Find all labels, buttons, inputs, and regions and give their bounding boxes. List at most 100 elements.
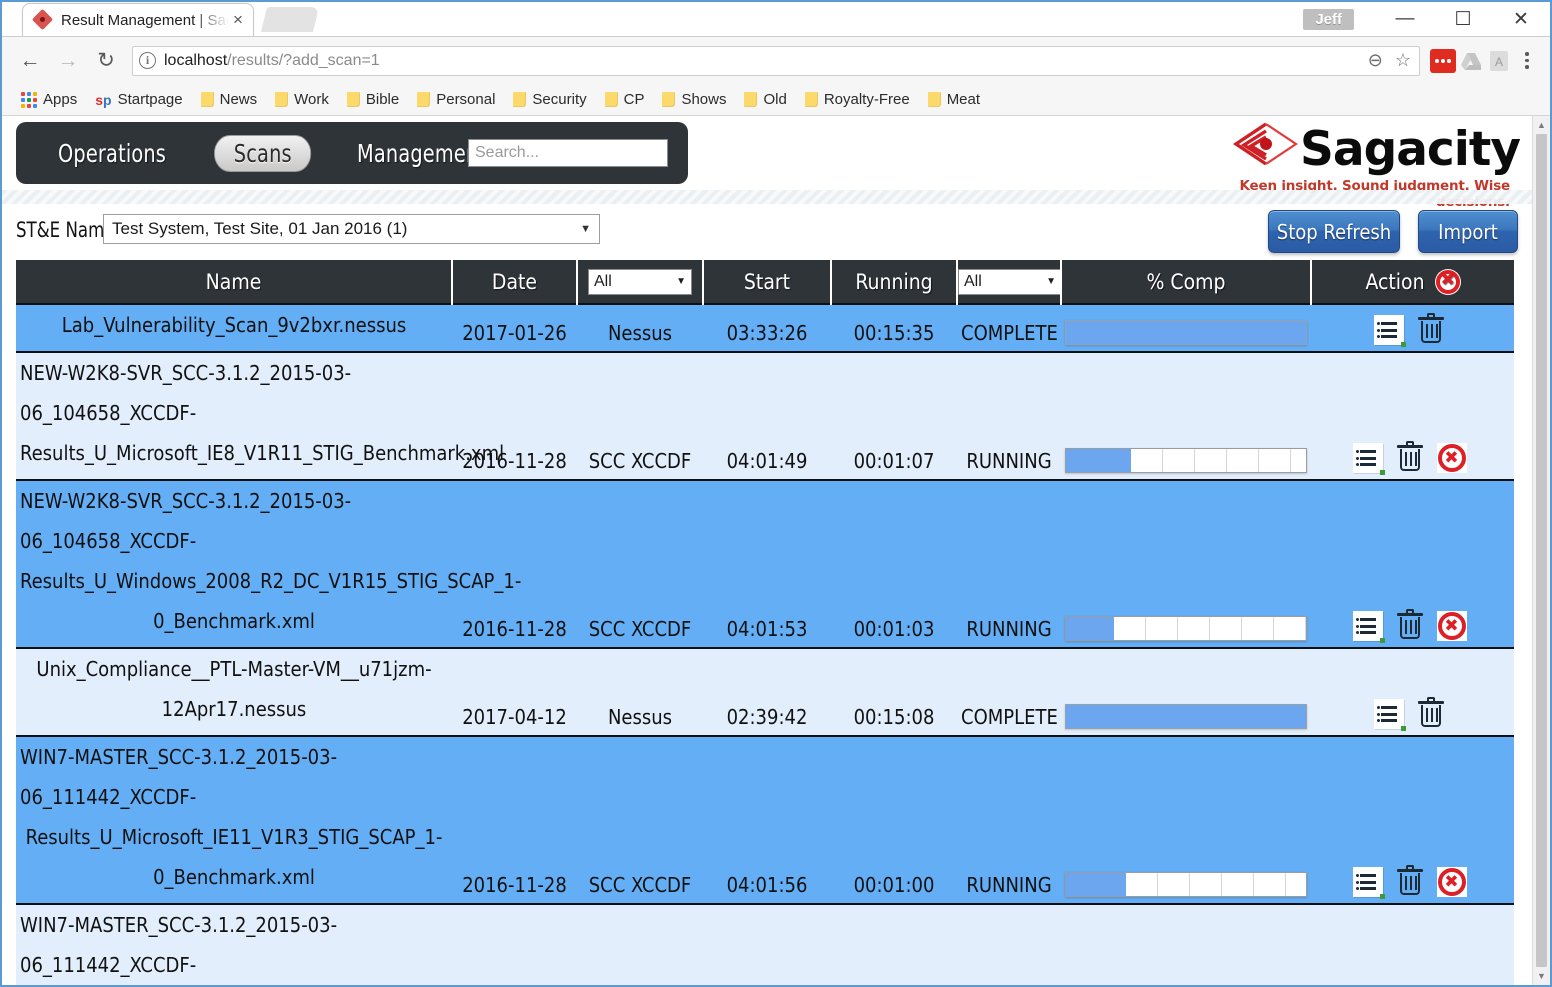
- folder-icon: [928, 92, 941, 107]
- back-icon[interactable]: ←: [12, 43, 48, 79]
- sagacity-logo-mark: [1230, 120, 1304, 180]
- bookmark-star-icon[interactable]: ☆: [1395, 50, 1411, 71]
- column-header-pct-comp[interactable]: % Comp: [1061, 260, 1311, 304]
- table-row[interactable]: Lab_Vulnerability_Scan_9v2bxr.nessus 201…: [16, 304, 1514, 352]
- browser-tab[interactable]: Result Management | Sagacity ×: [22, 3, 254, 36]
- list-icon[interactable]: [1353, 611, 1383, 641]
- scrollbar-thumb[interactable]: [1536, 134, 1547, 967]
- trash-icon[interactable]: [1395, 609, 1425, 641]
- column-header-start[interactable]: Start: [703, 260, 831, 304]
- nav-item-operations[interactable]: Operations: [58, 139, 166, 168]
- list-icon[interactable]: [1374, 315, 1404, 345]
- header-divider: [2, 190, 1532, 204]
- list-icon[interactable]: [1353, 443, 1383, 473]
- cell-type: Nessus: [577, 648, 703, 736]
- cancel-icon[interactable]: ✖: [1437, 443, 1467, 473]
- folder-icon: [605, 92, 618, 107]
- column-header-date[interactable]: Date: [452, 260, 577, 304]
- table-row[interactable]: NEW-W2K8-SVR_SCC-3.1.2_2015-03-06_104658…: [16, 352, 1514, 480]
- progress-bar: [1065, 320, 1307, 345]
- type-filter-select[interactable]: All ▼: [588, 269, 692, 295]
- scroll-down-icon[interactable]: ▼: [1533, 967, 1550, 985]
- column-header-running[interactable]: Running: [831, 260, 957, 304]
- maximize-icon[interactable]: ☐: [1434, 8, 1492, 31]
- cell-type: SCC XCCDF: [577, 736, 703, 904]
- ste-name-select[interactable]: Test System, Test Site, 01 Jan 2016 (1) …: [103, 214, 600, 244]
- folder-icon: [417, 92, 430, 107]
- table-row[interactable]: Unix_Compliance__PTL-Master-VM__u71jzm-1…: [16, 648, 1514, 736]
- bookmark-personal[interactable]: Personal: [410, 89, 502, 110]
- bookmark-label: Personal: [436, 91, 495, 108]
- nav-item-management[interactable]: Management: [357, 139, 486, 168]
- list-icon[interactable]: [1374, 699, 1404, 729]
- bookmark-work[interactable]: Work: [268, 89, 336, 110]
- status-filter-select[interactable]: All ▼: [958, 269, 1062, 295]
- bookmark-security[interactable]: Security: [506, 89, 593, 110]
- table-row[interactable]: WIN7-MASTER_SCC-3.1.2_2015-03-06_111442_…: [16, 736, 1514, 904]
- cancel-all-icon[interactable]: ✖: [1435, 269, 1461, 295]
- zoom-icon[interactable]: ⊖: [1368, 50, 1383, 71]
- logo-wordmark: Sagacity: [1300, 122, 1520, 178]
- import-button[interactable]: Import: [1418, 210, 1518, 253]
- bookmark-shows[interactable]: Shows: [655, 89, 733, 110]
- trash-icon[interactable]: [1395, 441, 1425, 473]
- trash-icon[interactable]: [1416, 697, 1446, 729]
- cell-running: 00:00:51: [831, 904, 957, 985]
- nav-item-scans[interactable]: Scans: [214, 135, 312, 172]
- close-window-icon[interactable]: ✕: [1492, 8, 1550, 31]
- address-bar[interactable]: i localhost/results/?add_scan=1 ⊖ ☆: [132, 46, 1420, 76]
- list-icon[interactable]: [1353, 867, 1383, 897]
- cell-percent: [1061, 904, 1311, 985]
- table-row[interactable]: WIN7-MASTER_SCC-3.1.2_2015-03-06_111442_…: [16, 904, 1514, 985]
- pdf-extension-icon[interactable]: A: [1486, 49, 1512, 73]
- cell-type: SCC XCCDF: [577, 352, 703, 480]
- sagacity-favicon: [33, 10, 53, 30]
- bookmark-royalty-free[interactable]: Royalty-Free: [798, 89, 917, 110]
- cell-date: 2017-01-26: [452, 304, 577, 352]
- chevron-down-icon: ▼: [580, 223, 591, 235]
- cell-date: 2016-11-28: [452, 352, 577, 480]
- site-info-icon[interactable]: i: [139, 52, 156, 69]
- bookmark-label: News: [220, 91, 258, 108]
- google-drive-icon[interactable]: [1458, 49, 1484, 73]
- scroll-up-icon[interactable]: ▲: [1533, 116, 1550, 134]
- forward-icon[interactable]: →: [50, 43, 86, 79]
- bookmark-bible[interactable]: Bible: [340, 89, 406, 110]
- scrollbar-track[interactable]: [1533, 134, 1550, 967]
- bookmark-startpage[interactable]: sp Startpage: [88, 89, 189, 110]
- minimize-icon[interactable]: —: [1376, 8, 1434, 30]
- address-bar-url: localhost/results/?add_scan=1: [164, 52, 380, 70]
- reload-icon[interactable]: ↻: [88, 43, 124, 79]
- cell-percent: [1061, 480, 1311, 648]
- cell-percent: [1061, 736, 1311, 904]
- cell-running: 00:15:08: [831, 648, 957, 736]
- search-input[interactable]: Search...: [468, 139, 668, 167]
- column-header-name[interactable]: Name: [16, 260, 452, 304]
- bookmark-label: Meat: [947, 91, 980, 108]
- cell-name: NEW-W2K8-SVR_SCC-3.1.2_2015-03-06_104658…: [16, 480, 452, 648]
- trash-icon[interactable]: [1395, 865, 1425, 897]
- extension-red-icon[interactable]: [1430, 49, 1456, 73]
- bookmark-meat[interactable]: Meat: [921, 89, 987, 110]
- vertical-scrollbar[interactable]: ▲ ▼: [1532, 116, 1550, 985]
- chrome-menu-icon[interactable]: [1514, 52, 1540, 69]
- chevron-down-icon: ▼: [676, 276, 686, 287]
- user-profile-chip[interactable]: Jeff: [1303, 9, 1354, 30]
- control-row: ST&E Name: Test System, Test Site, 01 Ja…: [2, 204, 1532, 260]
- bookmark-apps[interactable]: Apps: [14, 89, 84, 110]
- scans-table-wrapper: Name Date All ▼ Start Running: [16, 260, 1518, 985]
- new-tab-button[interactable]: [261, 7, 319, 32]
- stop-refresh-button[interactable]: Stop Refresh: [1268, 210, 1400, 253]
- bookmark-label: Startpage: [118, 91, 183, 108]
- window-controls: Jeff — ☐ ✕: [1303, 2, 1550, 36]
- bookmark-news[interactable]: News: [194, 89, 265, 110]
- tab-close-icon[interactable]: ×: [229, 11, 247, 29]
- apps-grid-icon: [21, 92, 37, 108]
- bookmark-cp[interactable]: CP: [598, 89, 652, 110]
- cancel-icon[interactable]: ✖: [1437, 611, 1467, 641]
- folder-icon: [347, 92, 360, 107]
- table-row[interactable]: NEW-W2K8-SVR_SCC-3.1.2_2015-03-06_104658…: [16, 480, 1514, 648]
- trash-icon[interactable]: [1416, 313, 1446, 345]
- bookmark-old[interactable]: Old: [737, 89, 793, 110]
- cancel-icon[interactable]: ✖: [1437, 867, 1467, 897]
